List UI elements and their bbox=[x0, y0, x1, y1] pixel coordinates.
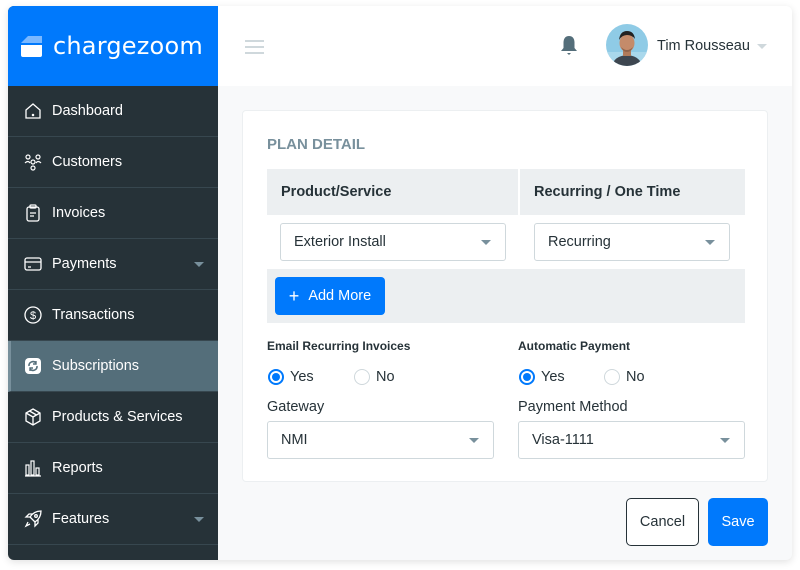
brand-logo[interactable]: chargezoom bbox=[8, 6, 218, 86]
payment-method-select[interactable]: Visa-1111 bbox=[518, 421, 745, 459]
product-select-value: Exterior Install bbox=[294, 234, 386, 250]
save-button[interactable]: Save bbox=[708, 498, 768, 546]
box-icon bbox=[23, 407, 43, 427]
chevron-down-icon bbox=[481, 240, 491, 245]
chargezoom-logo-icon bbox=[19, 34, 44, 59]
radio-label: No bbox=[376, 369, 395, 385]
svg-text:$: $ bbox=[30, 310, 36, 322]
rocket-icon bbox=[23, 509, 43, 529]
plus-icon: + bbox=[288, 286, 300, 306]
bell-icon[interactable] bbox=[560, 35, 578, 62]
sidebar-item-label: Subscriptions bbox=[52, 358, 140, 374]
radio-label: Yes bbox=[541, 369, 565, 385]
sidebar-item-label: Transactions bbox=[52, 307, 135, 323]
gateway-label: Gateway bbox=[267, 399, 325, 415]
sidebar-item-subscriptions[interactable]: Subscriptions bbox=[8, 341, 218, 392]
payment-method-label: Payment Method bbox=[518, 399, 628, 415]
plan-detail-card: PLAN DETAIL Product/Service Recurring / … bbox=[242, 110, 768, 482]
radio-unselected-icon bbox=[354, 369, 370, 385]
chevron-down-icon[interactable] bbox=[194, 517, 204, 522]
credit-card-icon bbox=[23, 254, 43, 274]
sidebar-item-invoices[interactable]: Invoices bbox=[8, 188, 218, 239]
column-header-frequency: Recurring / One Time bbox=[534, 184, 681, 200]
radio-label: Yes bbox=[290, 369, 314, 385]
radio-selected-icon bbox=[268, 369, 284, 385]
sidebar-item-payments[interactable]: Payments bbox=[8, 239, 218, 290]
automatic-payment-label: Automatic Payment bbox=[518, 339, 631, 353]
sidebar-item-products-services[interactable]: Products & Services bbox=[8, 392, 218, 443]
home-icon bbox=[23, 101, 43, 121]
sidebar-item-label: Invoices bbox=[52, 205, 106, 221]
gateway-select[interactable]: NMI bbox=[267, 421, 494, 459]
hamburger-icon[interactable] bbox=[245, 40, 264, 58]
product-select[interactable]: Exterior Install bbox=[280, 223, 506, 261]
sidebar-item-features[interactable]: Features bbox=[8, 494, 218, 545]
radio-unselected-icon bbox=[604, 369, 620, 385]
sidebar-item-label: Payments bbox=[52, 256, 117, 272]
app-window: chargezoom Dashboard Customers Invoices … bbox=[8, 6, 792, 560]
refresh-icon bbox=[23, 356, 43, 376]
frequency-select[interactable]: Recurring bbox=[534, 223, 730, 261]
sidebar-item-label: Customers bbox=[52, 154, 123, 170]
brand-name: chargezoom bbox=[53, 32, 203, 60]
chevron-down-icon bbox=[705, 240, 715, 245]
top-bar: Tim Rousseau bbox=[218, 6, 792, 86]
chevron-down-icon bbox=[720, 438, 730, 443]
add-more-button[interactable]: + Add More bbox=[275, 277, 385, 315]
sidebar-item-label: Dashboard bbox=[52, 103, 123, 119]
cancel-button[interactable]: Cancel bbox=[626, 498, 699, 546]
automatic-payment-yes-radio[interactable]: Yes bbox=[519, 369, 565, 385]
sidebar-item-label: Reports bbox=[52, 460, 103, 476]
add-row-bar: + Add More bbox=[267, 269, 745, 323]
chevron-down-icon[interactable] bbox=[194, 262, 204, 267]
automatic-payment-no-radio[interactable]: No bbox=[604, 369, 645, 385]
card-title: PLAN DETAIL bbox=[267, 136, 366, 153]
avatar[interactable] bbox=[606, 24, 648, 66]
customers-icon bbox=[23, 152, 43, 172]
chevron-down-icon bbox=[469, 438, 479, 443]
email-recurring-label: Email Recurring Invoices bbox=[267, 339, 411, 353]
sidebar-item-transactions[interactable]: $ Transactions bbox=[8, 290, 218, 341]
sidebar-item-dashboard[interactable]: Dashboard bbox=[8, 86, 218, 137]
sidebar-item-reports[interactable]: Reports bbox=[8, 443, 218, 494]
payment-method-select-value: Visa-1111 bbox=[532, 432, 594, 448]
add-more-label: Add More bbox=[308, 288, 372, 304]
gateway-select-value: NMI bbox=[281, 432, 308, 448]
user-name[interactable]: Tim Rousseau bbox=[657, 38, 750, 54]
sidebar: chargezoom Dashboard Customers Invoices … bbox=[8, 6, 218, 560]
frequency-select-value: Recurring bbox=[548, 234, 611, 250]
sidebar-item-label: Products & Services bbox=[52, 409, 183, 425]
radio-label: No bbox=[626, 369, 645, 385]
plan-table-header: Product/Service Recurring / One Time bbox=[267, 169, 745, 215]
bar-chart-icon bbox=[23, 458, 43, 478]
column-header-product: Product/Service bbox=[267, 169, 520, 215]
chevron-down-icon[interactable] bbox=[757, 44, 767, 49]
clipboard-icon bbox=[23, 203, 43, 223]
email-recurring-yes-radio[interactable]: Yes bbox=[268, 369, 314, 385]
sidebar-item-label: Features bbox=[52, 511, 110, 527]
dollar-circle-icon: $ bbox=[23, 305, 43, 325]
email-recurring-no-radio[interactable]: No bbox=[354, 369, 395, 385]
radio-selected-icon bbox=[519, 369, 535, 385]
sidebar-item-customers[interactable]: Customers bbox=[8, 137, 218, 188]
